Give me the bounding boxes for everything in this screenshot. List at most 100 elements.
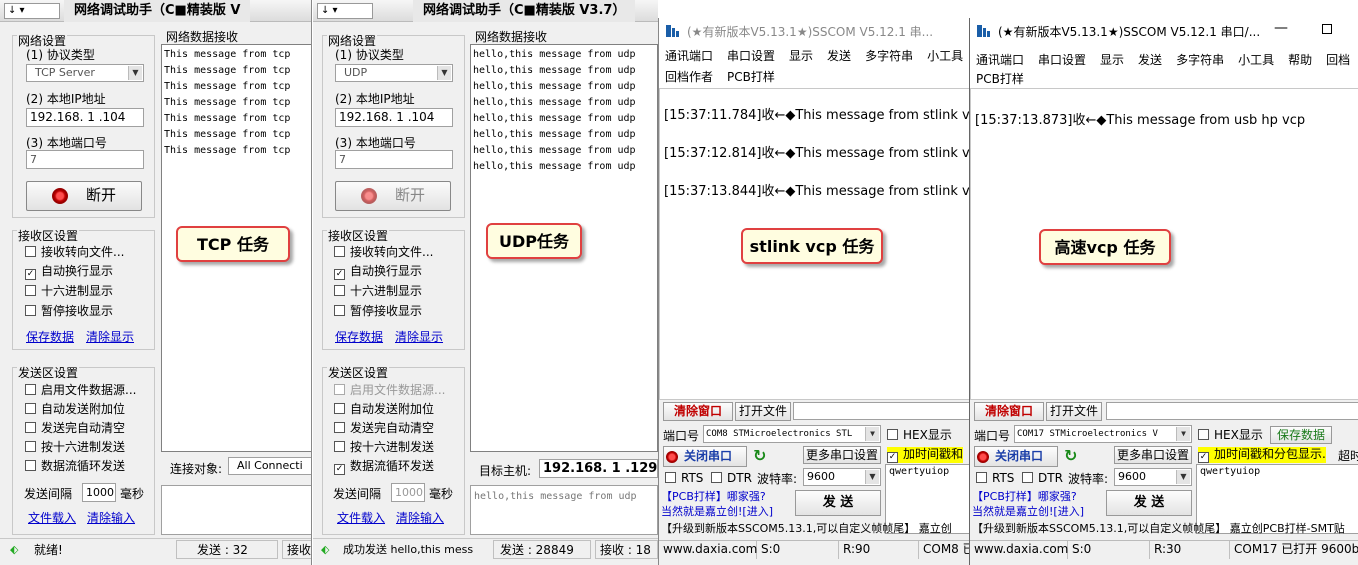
- menu-item[interactable]: 回档作者: [665, 70, 713, 84]
- load-file-link[interactable]: 文件载入: [337, 509, 385, 526]
- file-path-field[interactable]: [1106, 402, 1358, 420]
- send-opt-2[interactable]: 发送完自动清空: [25, 421, 125, 435]
- pcb-ad-link[interactable]: 【PCB打样】哪家强? 当然就是嘉立创![进入]: [661, 489, 773, 519]
- hex-display-checkbox[interactable]: 十六进制显示: [25, 284, 113, 298]
- menu-item[interactable]: 串口设置: [1038, 53, 1086, 67]
- disconnect-button[interactable]: 断开: [26, 181, 142, 211]
- interval-field[interactable]: 1000: [82, 483, 116, 502]
- send-opt-0[interactable]: 启用文件数据源...: [334, 383, 445, 397]
- port-select[interactable]: COM8 STMicroelectronics STL ▼: [703, 425, 881, 443]
- close-port-button[interactable]: 关闭串口: [663, 446, 747, 467]
- send-opt-0[interactable]: 启用文件数据源...: [25, 383, 136, 397]
- menu-item[interactable]: PCB打样: [976, 72, 1024, 86]
- target-field[interactable]: 192.168. 1 .129: [539, 459, 658, 478]
- refresh-icon[interactable]: ↻: [1064, 446, 1077, 465]
- send-opt-4[interactable]: ✓ 数据流循环发送: [334, 459, 434, 475]
- upgrade-banner[interactable]: 【升级到新版本SSCOM5.13.1,可以自定义帧帧尾】 嘉立创: [661, 520, 952, 536]
- clear-window-button[interactable]: 清除窗口: [663, 402, 733, 421]
- menu-item[interactable]: 通讯端口: [976, 53, 1024, 67]
- recv-to-file-checkbox[interactable]: 接收转向文件...: [334, 245, 433, 259]
- menu-item[interactable]: 多字符串: [865, 49, 913, 63]
- clear-input-link[interactable]: 清除输入: [87, 509, 135, 526]
- menu-item[interactable]: 串口设置: [727, 49, 775, 63]
- pcb-ad-link[interactable]: 【PCB打样】哪家强? 当然就是嘉立创![进入]: [972, 489, 1084, 519]
- clear-input-link[interactable]: 清除输入: [396, 509, 444, 526]
- title-bar[interactable]: (★有新版本V5.13.1★)SSCOM V5.12.1 串口/... —: [970, 18, 1358, 44]
- interval-field[interactable]: 1000: [391, 483, 425, 502]
- pause-display-checkbox[interactable]: 暂停接收显示: [25, 304, 113, 318]
- send-input[interactable]: hello,this message from udp: [470, 485, 658, 535]
- system-menu-button[interactable]: ↓ ▾: [317, 3, 373, 19]
- send-opt-2[interactable]: 发送完自动清空: [334, 421, 434, 435]
- send-opt-1[interactable]: 自动发送附加位: [25, 402, 125, 416]
- menu-item[interactable]: 小工具: [1238, 53, 1274, 67]
- menu-item[interactable]: PCB打样: [727, 70, 775, 84]
- menu-item[interactable]: 小工具: [927, 49, 963, 63]
- port-select[interactable]: COM17 STMicroelectronics V ▼: [1014, 425, 1192, 443]
- port-field[interactable]: 7: [26, 150, 144, 169]
- site-link[interactable]: www.daxia.com: [659, 541, 757, 559]
- title-bar[interactable]: ↓ ▾ 网络调试助手（C■精装版 V: [0, 0, 311, 22]
- clear-display-link[interactable]: 清除显示: [86, 328, 134, 345]
- save-data-button[interactable]: 保存数据: [1270, 426, 1332, 444]
- hex-display-checkbox[interactable]: 十六进制显示: [334, 284, 422, 298]
- system-menu-button[interactable]: ↓ ▾: [4, 3, 60, 19]
- send-input[interactable]: [161, 485, 311, 535]
- menu-item[interactable]: 多字符串: [1176, 53, 1224, 67]
- rts-checkbox[interactable]: RTS: [665, 471, 703, 485]
- auto-wrap-checkbox[interactable]: ✓ 自动换行显示: [25, 264, 113, 280]
- recv-to-file-checkbox[interactable]: 接收转向文件...: [25, 245, 124, 259]
- send-opt-4[interactable]: 数据流循环发送: [25, 459, 125, 473]
- checkbox-icon: [334, 246, 345, 257]
- file-path-field[interactable]: [793, 402, 970, 420]
- ip-field[interactable]: 192.168. 1 .104: [335, 108, 453, 127]
- save-data-link[interactable]: 保存数据: [26, 328, 74, 345]
- hex-show-checkbox[interactable]: HEX显示: [887, 428, 952, 442]
- timestamp-checkbox[interactable]: ✓ 加时间戳和分包显示.: [1198, 447, 1326, 463]
- timestamp-checkbox[interactable]: ✓ 加时间戳和: [887, 447, 964, 463]
- menu-item[interactable]: 回档: [1326, 53, 1350, 67]
- protocol-select[interactable]: UDP ▼: [335, 64, 453, 82]
- title-bar[interactable]: (★有新版本V5.13.1★)SSCOM V5.12.1 串...: [659, 18, 970, 44]
- auto-wrap-checkbox[interactable]: ✓ 自动换行显示: [334, 264, 422, 280]
- more-settings-button[interactable]: 更多串口设置: [1114, 446, 1192, 464]
- upgrade-banner[interactable]: 【升级到新版本SSCOM5.13.1,可以自定义帧帧尾】 嘉立创PCB打样-SM…: [972, 520, 1345, 536]
- hex-show-checkbox[interactable]: HEX显示: [1198, 428, 1263, 442]
- send-button[interactable]: 发 送: [795, 490, 881, 516]
- menu-item[interactable]: 通讯端口: [665, 49, 713, 63]
- load-file-link[interactable]: 文件载入: [28, 509, 76, 526]
- save-data-link[interactable]: 保存数据: [335, 328, 383, 345]
- refresh-icon[interactable]: ↻: [753, 446, 766, 465]
- disconnect-button[interactable]: 断开: [335, 181, 451, 211]
- pause-display-checkbox[interactable]: 暂停接收显示: [334, 304, 422, 318]
- menu-item[interactable]: 帮助: [1288, 53, 1312, 67]
- site-link[interactable]: www.daxia.com: [970, 541, 1068, 559]
- menu-item[interactable]: 发送: [1138, 53, 1162, 67]
- baud-select[interactable]: 9600 ▼: [803, 468, 881, 486]
- open-file-button[interactable]: 打开文件: [735, 402, 791, 421]
- clear-display-link[interactable]: 清除显示: [395, 328, 443, 345]
- minimize-icon[interactable]: —: [1274, 20, 1288, 36]
- recv-count: R:90: [839, 541, 919, 559]
- send-opt-3[interactable]: 按十六进制发送: [334, 440, 434, 454]
- menu-item[interactable]: 显示: [789, 49, 813, 63]
- send-opt-3[interactable]: 按十六进制发送: [25, 440, 125, 454]
- protocol-select[interactable]: TCP Server ▼: [26, 64, 144, 82]
- maximize-icon[interactable]: [1322, 24, 1332, 34]
- title-bar[interactable]: ↓ ▾ 网络调试助手（C■精装版 V3.7）: [313, 0, 658, 22]
- clear-window-button[interactable]: 清除窗口: [974, 402, 1044, 421]
- send-button[interactable]: 发 送: [1106, 490, 1192, 516]
- baud-select[interactable]: 9600 ▼: [1114, 468, 1192, 486]
- port-field[interactable]: 7: [335, 150, 453, 169]
- menu-item[interactable]: 发送: [827, 49, 851, 63]
- send-opt-1[interactable]: 自动发送附加位: [334, 402, 434, 416]
- menu-item[interactable]: 显示: [1100, 53, 1124, 67]
- ip-field[interactable]: 192.168. 1 .104: [26, 108, 144, 127]
- conn-select[interactable]: All Connecti: [228, 457, 311, 475]
- more-settings-button[interactable]: 更多串口设置: [803, 446, 881, 464]
- open-file-button[interactable]: 打开文件: [1046, 402, 1102, 421]
- dtr-checkbox[interactable]: DTR: [711, 471, 752, 485]
- rts-checkbox[interactable]: RTS: [976, 471, 1014, 485]
- dtr-checkbox[interactable]: DTR: [1022, 471, 1063, 485]
- close-port-button[interactable]: 关闭串口: [974, 446, 1058, 467]
